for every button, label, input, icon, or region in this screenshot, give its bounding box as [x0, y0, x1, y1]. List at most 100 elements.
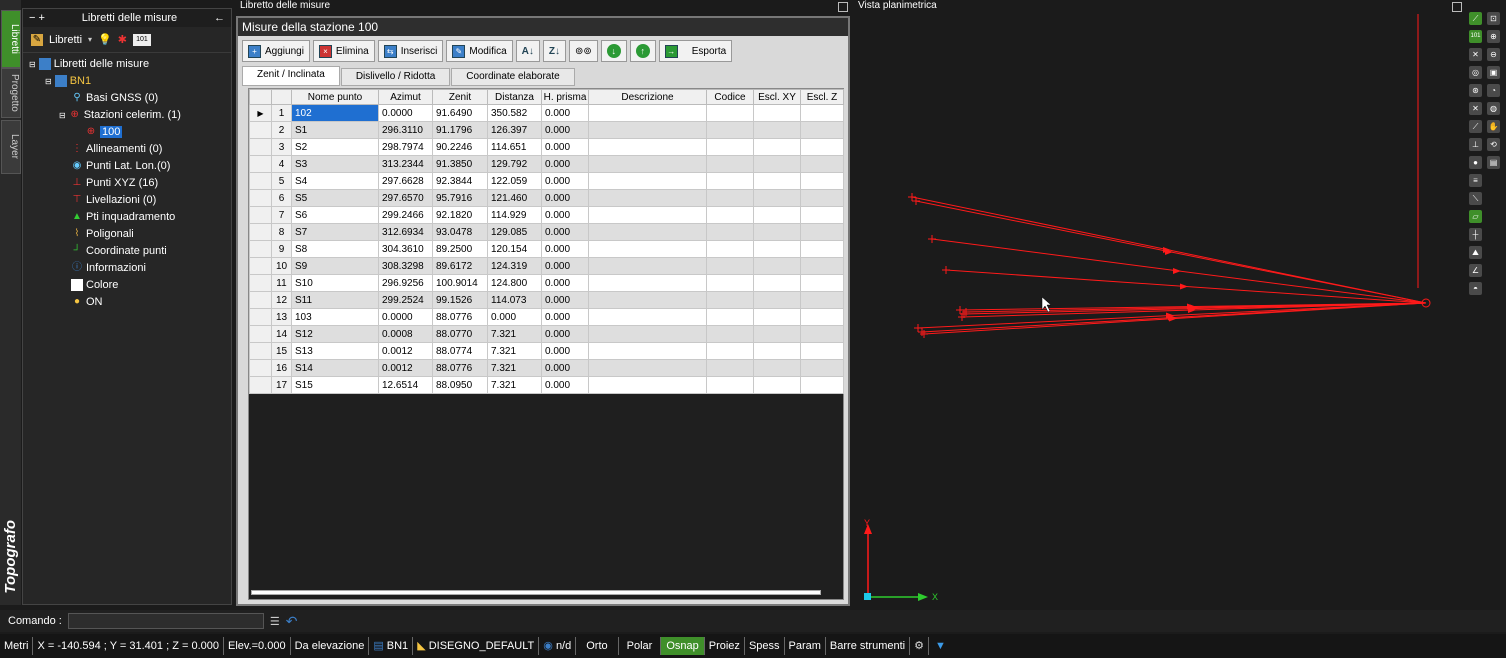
table-cell[interactable]	[588, 206, 707, 224]
table-cell[interactable]: 7.321	[487, 342, 542, 360]
zoom-window-icon[interactable]: ⊡	[1487, 12, 1500, 25]
table-cell[interactable]	[753, 359, 801, 377]
table-cell[interactable]: 0.000	[541, 189, 589, 207]
table-cell[interactable]	[753, 240, 801, 258]
row-selector[interactable]	[249, 291, 272, 309]
table-cell[interactable]: 7.321	[487, 359, 542, 377]
col-header[interactable]: Azimut	[378, 89, 433, 105]
table-cell[interactable]: 0.000	[541, 121, 589, 139]
table-row[interactable]: 8 S7 312.6934 93.0478 129.085 0.000	[249, 223, 844, 241]
table-cell[interactable]: 88.0776	[432, 359, 488, 377]
tree-node-on[interactable]: ● ON	[71, 296, 103, 308]
table-cell[interactable]: 7.321	[487, 376, 542, 394]
row-selector[interactable]	[249, 342, 272, 360]
table-cell[interactable]: 12.6514	[378, 376, 433, 394]
table-row[interactable]: 4 S3 313.2344 91.3850 129.792 0.000	[249, 155, 844, 173]
tree-node-bn1[interactable]: ⊟ BN1	[45, 75, 91, 87]
tree-node-gnss[interactable]: ⚲ Basi GNSS (0)	[71, 92, 158, 104]
zoom-realtime-icon[interactable]: ◍	[1487, 102, 1500, 115]
add-button[interactable]: + Aggiungi	[242, 40, 310, 62]
table-cell[interactable]	[753, 104, 801, 122]
table-cell[interactable]: S8	[291, 240, 379, 258]
table-cell[interactable]: S5	[291, 189, 379, 207]
table-cell[interactable]	[588, 223, 707, 241]
lightbulb-icon[interactable]: 💡	[98, 33, 112, 46]
table-row[interactable]: 17 S15 12.6514 88.0950 7.321 0.000	[249, 376, 844, 394]
current-row-arrow-icon[interactable]: ▶	[249, 104, 272, 122]
row-selector[interactable]	[249, 155, 272, 173]
zoom-extents-icon[interactable]: ▣	[1487, 66, 1500, 79]
tree-node-colore[interactable]: Colore	[71, 279, 118, 291]
snap-icon[interactable]: ⟋	[1469, 120, 1482, 133]
table-cell[interactable]: 89.2500	[432, 240, 488, 258]
table-cell[interactable]	[753, 138, 801, 156]
table-row[interactable]: 9 S8 304.3610 89.2500 120.154 0.000	[249, 240, 844, 258]
table-cell[interactable]: S11	[291, 291, 379, 309]
table-cell[interactable]: 114.929	[487, 206, 542, 224]
zoom-out-icon[interactable]: ⊖	[1487, 48, 1500, 61]
terrain-icon[interactable]: ⛰	[1469, 246, 1482, 259]
filter-icon[interactable]: ▼	[929, 640, 952, 652]
table-cell[interactable]: 313.2344	[378, 155, 433, 173]
status-param[interactable]: Param	[785, 637, 826, 655]
tab-libretti[interactable]: Libretti	[1, 10, 21, 68]
numbering-icon[interactable]: 101	[1469, 30, 1482, 43]
grid-icon[interactable]: ┼	[1469, 228, 1482, 241]
table-cell[interactable]	[753, 376, 801, 394]
table-cell[interactable]: 89.6172	[432, 257, 488, 275]
table-cell[interactable]	[753, 308, 801, 326]
table-cell[interactable]: 0.0012	[378, 342, 433, 360]
table-cell[interactable]: S14	[291, 359, 379, 377]
table-cell[interactable]	[753, 291, 801, 309]
table-cell[interactable]: 0.000	[541, 223, 589, 241]
table-cell[interactable]: 91.6490	[432, 104, 488, 122]
table-cell[interactable]: 102	[291, 104, 379, 122]
table-cell[interactable]	[800, 138, 844, 156]
modify-button[interactable]: ✎ Modifica	[446, 40, 513, 62]
table-cell[interactable]	[706, 308, 754, 326]
row-selector[interactable]	[249, 257, 272, 275]
row-selector[interactable]	[249, 240, 272, 258]
measure-icon[interactable]: ⊥	[1469, 138, 1482, 151]
table-cell[interactable]: 129.085	[487, 223, 542, 241]
pan-hand-icon[interactable]: ✋	[1487, 120, 1500, 133]
table-cell[interactable]: S3	[291, 155, 379, 173]
table-cell[interactable]: S4	[291, 172, 379, 190]
col-header[interactable]: Distanza	[487, 89, 542, 105]
table-cell[interactable]	[588, 240, 707, 258]
tree-node-coordinate[interactable]: ┘ Coordinate punti	[71, 245, 166, 257]
col-header[interactable]: Escl. Z	[800, 89, 844, 105]
tree-node-stazioni[interactable]: ⊟ ⊕ Stazioni celerim. (1)	[59, 109, 181, 121]
table-row[interactable]: 11 S10 296.9256 100.9014 124.800 0.000	[249, 274, 844, 292]
export-button[interactable]: → Esporta	[658, 40, 733, 62]
diagonal-icon[interactable]: ⟍	[1469, 192, 1482, 205]
row-selector[interactable]	[249, 308, 272, 326]
table-cell[interactable]: 93.0478	[432, 223, 488, 241]
cross-icon[interactable]: ✕	[1469, 102, 1482, 115]
table-cell[interactable]: 296.9256	[378, 274, 433, 292]
status-da-elevazione[interactable]: Da elevazione	[291, 637, 370, 655]
col-header[interactable]: Descrizione	[588, 89, 707, 105]
car-icon[interactable]: ◓	[1469, 282, 1482, 295]
status-proiez[interactable]: Proiez	[705, 637, 745, 655]
row-selector[interactable]	[249, 138, 272, 156]
table-cell[interactable]: 297.6570	[378, 189, 433, 207]
table-cell[interactable]	[800, 274, 844, 292]
table-cell[interactable]	[706, 342, 754, 360]
table-cell[interactable]	[588, 155, 707, 173]
table-cell[interactable]	[800, 257, 844, 275]
table-cell[interactable]	[800, 172, 844, 190]
table-cell[interactable]	[800, 325, 844, 343]
table-row[interactable]: 10 S9 308.3298 89.6172 124.319 0.000	[249, 257, 844, 275]
status-layer[interactable]: ◣ DISEGNO_DEFAULT	[413, 637, 540, 655]
tree-node-inquadramento[interactable]: ▲ Pti inquadramento	[71, 211, 175, 223]
row-selector[interactable]	[249, 274, 272, 292]
status-book[interactable]: ▤ BN1	[369, 637, 414, 655]
zoom-in-icon[interactable]: ⊕	[1487, 30, 1500, 43]
table-cell[interactable]	[800, 206, 844, 224]
table-row[interactable]: ▶ 1 102 0.0000 91.6490 350.582 0.000	[249, 104, 844, 122]
table-cell[interactable]: 126.397	[487, 121, 542, 139]
table-row[interactable]: 12 S11 299.2524 99.1526 114.073 0.000	[249, 291, 844, 309]
tree-node-allineamenti[interactable]: ⋮ Allineamenti (0)	[71, 143, 162, 155]
settings-gear-icon[interactable]: ⚙	[910, 637, 929, 655]
